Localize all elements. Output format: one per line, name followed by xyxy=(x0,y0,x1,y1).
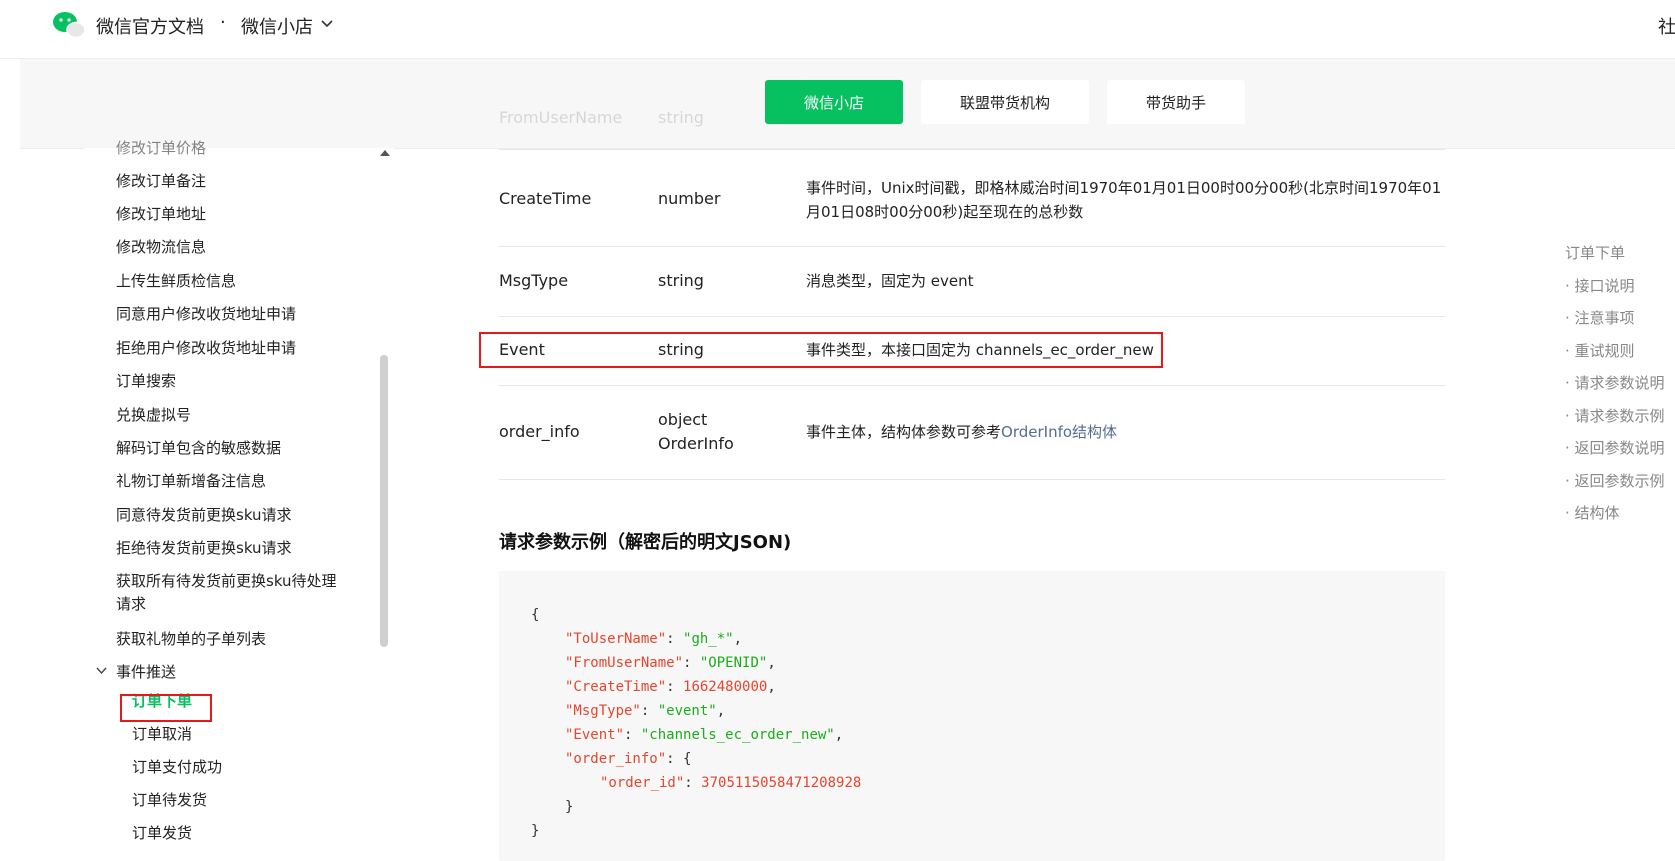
brand-title[interactable]: 微信官方文档 xyxy=(96,13,204,39)
param-name-faded: FromUserName xyxy=(499,108,623,127)
code-line: "order_id": 3705115058471208928 xyxy=(600,775,862,791)
toc-item[interactable]: · 返回参数说明 xyxy=(1565,437,1665,458)
json-key: "MsgType" xyxy=(565,703,641,719)
sidebar-item[interactable]: 获取所有待发货前更换sku待处理请求 xyxy=(116,570,346,616)
param-type: string xyxy=(658,340,704,359)
community-link-partial[interactable]: 社 xyxy=(1658,13,1675,39)
table-row: CreateTime number 事件时间，Unix时间戳，即格林威治时间19… xyxy=(499,149,1445,247)
code-line: "MsgType": "event", xyxy=(565,703,726,719)
param-type-struct: OrderInfo xyxy=(658,434,734,453)
scroll-up-arrow-icon[interactable] xyxy=(380,150,390,156)
sidebar-item[interactable]: 同意待发货前更换sku请求 xyxy=(116,504,292,527)
sidebar-scrollbar[interactable] xyxy=(380,355,388,647)
param-type: string xyxy=(658,271,704,290)
json-key: "order_info" xyxy=(565,751,667,767)
tab-sales-assistant[interactable]: 带货助手 xyxy=(1107,80,1245,124)
json-value: "OPENID" xyxy=(699,655,768,671)
json-value: 1662480000 xyxy=(683,679,768,695)
json-key: "ToUserName" xyxy=(565,631,667,647)
sidebar-item[interactable]: 同意用户修改收货地址申请 xyxy=(116,303,296,326)
code-line: "ToUserName": "gh_*", xyxy=(565,631,743,647)
chevron-down-icon[interactable] xyxy=(96,667,107,675)
toc-item[interactable]: · 返回参数示例 xyxy=(1565,470,1665,491)
sidebar-item[interactable]: 修改订单地址 xyxy=(116,203,206,226)
orderinfo-struct-link[interactable]: OrderInfo结构体 xyxy=(1001,423,1117,441)
code-line: "Event": "channels_ec_order_new", xyxy=(565,727,844,743)
sidebar-item[interactable]: 礼物订单新增备注信息 xyxy=(116,470,266,493)
param-desc: 事件类型，本接口固定为 channels_ec_order_new xyxy=(806,341,1154,359)
sidebar-item[interactable]: 拒绝待发货前更换sku请求 xyxy=(116,537,292,560)
code-line: { xyxy=(531,607,540,623)
sidebar-item-order-shipped[interactable]: 订单发货 xyxy=(132,822,192,845)
top-header: 微信官方文档 · 微信小店 社 xyxy=(0,0,1675,59)
toc-item[interactable]: · 重试规则 xyxy=(1565,340,1635,361)
tab-alliance-agency[interactable]: 联盟带货机构 xyxy=(921,80,1089,124)
product-switcher-label[interactable]: 微信小店 xyxy=(241,13,313,39)
sidebar-item[interactable]: 解码订单包含的敏感数据 xyxy=(116,437,281,460)
param-type-faded: string xyxy=(658,108,704,127)
sidebar-item-order-pending-ship[interactable]: 订单待发货 xyxy=(132,789,207,812)
json-key: "CreateTime" xyxy=(565,679,667,695)
sidebar-item[interactable]: 上传生鲜质检信息 xyxy=(116,270,236,293)
toc-item[interactable]: · 接口说明 xyxy=(1565,275,1635,296)
tab-wechat-store[interactable]: 微信小店 xyxy=(765,80,903,124)
param-type: number xyxy=(658,189,721,208)
sidebar-item[interactable]: 兑换虚拟号 xyxy=(116,404,191,427)
brand-separator: · xyxy=(220,12,226,33)
sidebar-folder-event-push[interactable]: 事件推送 xyxy=(116,661,176,684)
json-key: "FromUserName" xyxy=(565,655,684,671)
table-row: order_info object OrderInfo 事件主体，结构体参数可参… xyxy=(499,386,1445,480)
table-row: Event string 事件类型，本接口固定为 channels_ec_ord… xyxy=(499,317,1445,386)
sidebar-item-order-cancel[interactable]: 订单取消 xyxy=(132,723,192,746)
param-name: CreateTime xyxy=(499,189,592,208)
toc-item[interactable]: · 请求参数示例 xyxy=(1565,405,1665,426)
toc-title[interactable]: 订单下单 xyxy=(1565,242,1625,263)
json-value: 3705115058471208928 xyxy=(701,775,862,791)
json-key: "Event" xyxy=(565,727,625,743)
param-desc: 消息类型，固定为 event xyxy=(806,272,974,290)
code-line: } xyxy=(531,823,540,839)
sidebar-item[interactable]: 拒绝用户修改收货地址申请 xyxy=(116,337,296,360)
product-tabbar: 微信小店 联盟带货机构 带货助手 xyxy=(20,59,1675,149)
toc-item[interactable]: · 结构体 xyxy=(1565,502,1620,523)
code-line: "order_info": { xyxy=(565,751,692,767)
param-name: Event xyxy=(499,340,545,359)
code-line: "FromUserName": "OPENID", xyxy=(565,655,776,671)
code-line: "CreateTime": 1662480000, xyxy=(565,679,776,695)
json-key: "order_id" xyxy=(600,775,685,791)
sidebar-item[interactable]: 获取礼物单的子单列表 xyxy=(116,628,266,651)
sidebar-item[interactable]: 订单搜索 xyxy=(116,370,176,393)
param-desc: 事件主体，结构体参数可参考OrderInfo结构体 xyxy=(806,420,1446,444)
sidebar-item-partial[interactable]: 修改订单价格 xyxy=(116,137,206,160)
sidebar-item[interactable]: 修改订单备注 xyxy=(116,170,206,193)
json-brace: { xyxy=(683,751,692,767)
json-value: "channels_ec_order_new" xyxy=(640,727,835,743)
json-value: "event" xyxy=(657,703,717,719)
param-desc: 事件时间，Unix时间戳，即格林威治时间1970年01月01日00时00分00秒… xyxy=(806,179,1442,221)
sidebar-item-order-paid[interactable]: 订单支付成功 xyxy=(132,756,222,779)
wechat-logo-icon[interactable] xyxy=(52,10,86,40)
json-value: "gh_*" xyxy=(683,631,734,647)
param-type: object xyxy=(658,410,708,429)
table-row: MsgType string 消息类型，固定为 event xyxy=(499,247,1445,317)
section-title-request-example: 请求参数示例（解密后的明文JSON) xyxy=(499,532,792,553)
sidebar-item-order-new[interactable]: 订单下单 xyxy=(132,690,192,713)
param-name: order_info xyxy=(499,422,580,441)
param-name: MsgType xyxy=(499,271,569,290)
toc-item[interactable]: · 请求参数说明 xyxy=(1565,372,1665,393)
toc-item[interactable]: · 注意事项 xyxy=(1565,307,1635,328)
sidebar-item[interactable]: 修改物流信息 xyxy=(116,236,206,259)
param-desc-text: 事件主体，结构体参数可参考 xyxy=(806,423,1002,441)
code-line: } xyxy=(565,799,574,815)
code-block-json[interactable]: { "ToUserName": "gh_*", "FromUserName": … xyxy=(499,571,1445,861)
chevron-down-icon[interactable] xyxy=(321,20,333,28)
